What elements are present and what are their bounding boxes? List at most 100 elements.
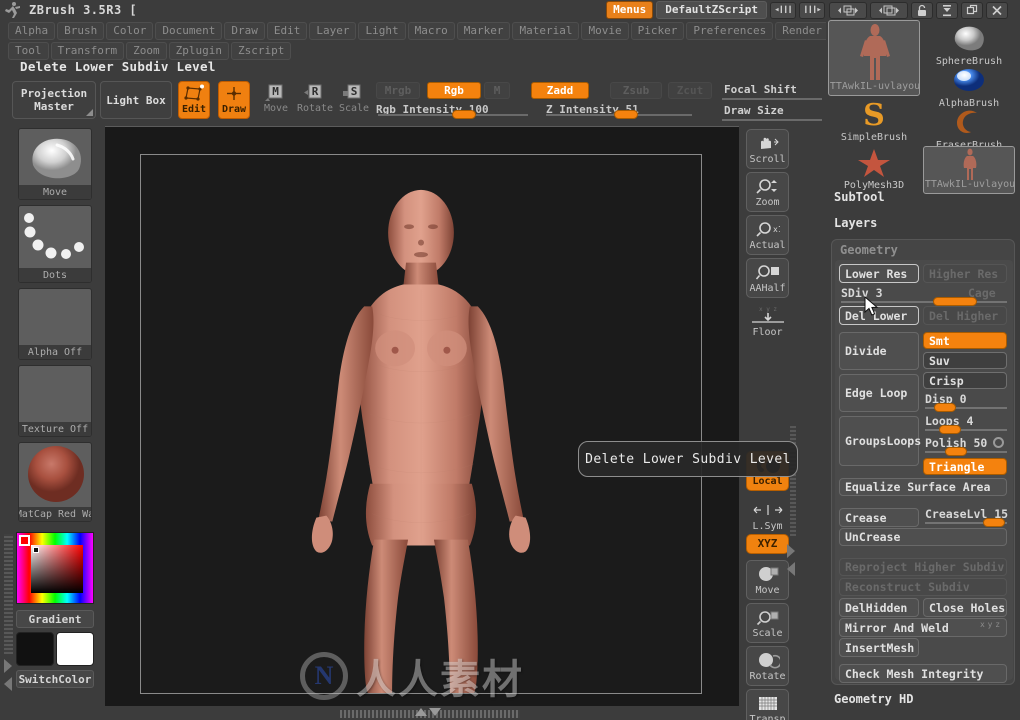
color-picker-sv-marker[interactable] (33, 547, 39, 553)
polish-knob[interactable] (945, 447, 967, 456)
vtool-expand-right-icon[interactable] (787, 544, 795, 558)
section-layers[interactable]: Layers (834, 216, 877, 230)
stroke-swatch[interactable]: Dots (18, 205, 92, 283)
vtool-rotate[interactable]: Rotate (746, 646, 789, 686)
tool-duplicate-button[interactable] (870, 1, 908, 19)
alpha-swatch[interactable]: Alpha Off (18, 288, 92, 360)
del-hidden-button[interactable]: DelHidden (839, 598, 919, 617)
menu-item-tool[interactable]: Tool (8, 41, 49, 60)
menu-item-macro[interactable]: Macro (407, 21, 455, 40)
canvas-area[interactable] (105, 126, 739, 706)
switch-color-button[interactable]: SwitchColor (16, 670, 94, 688)
menu-item-brush[interactable]: Brush (57, 21, 105, 40)
lower-res-button[interactable]: Lower Res (839, 264, 919, 283)
menu-item-zoom[interactable]: Zoom (126, 41, 167, 60)
del-lower-button[interactable]: Del Lower (839, 306, 919, 325)
loops-track[interactable] (925, 429, 1007, 431)
rgb-intensity-knob[interactable] (452, 110, 476, 119)
light-box-button[interactable]: Light Box (100, 81, 172, 119)
section-geometry-hd[interactable]: Geometry HD (834, 692, 913, 706)
smt-button[interactable]: Smt (923, 332, 1007, 349)
color-picker-hue-marker[interactable] (19, 535, 30, 546)
zscript-prev-button[interactable]: ◂❙❙❙ (770, 1, 796, 19)
vtool-aahalf[interactable]: AAHalf (746, 258, 789, 298)
groups-loops-button[interactable]: GroupsLoops (839, 416, 921, 466)
sculpt-model[interactable] (141, 155, 701, 693)
zsub-button[interactable]: Zsub (610, 82, 662, 99)
vtool-transp[interactable]: Transp (746, 689, 789, 720)
tool-prev-next-button[interactable] (829, 1, 867, 19)
color-picker[interactable] (16, 532, 94, 604)
del-higher-button[interactable]: Del Higher (923, 306, 1007, 325)
focal-shift-label[interactable]: Focal Shift (724, 83, 797, 96)
minimize-icon[interactable] (936, 1, 958, 19)
z-intensity-knob[interactable] (614, 110, 638, 119)
reconstruct-subdiv-button[interactable]: Reconstruct Subdiv (839, 578, 1007, 596)
projection-master-button[interactable]: Projection Master (12, 81, 96, 119)
vtool-scale[interactable]: Scale (746, 603, 789, 643)
draw-size-track[interactable] (722, 119, 822, 121)
rotate-button[interactable]: R Rotate (297, 81, 333, 119)
menu-item-movie[interactable]: Movie (581, 21, 629, 40)
menu-item-color[interactable]: Color (106, 21, 154, 40)
scroll-up-icon[interactable] (415, 708, 427, 716)
zscript-next-button[interactable]: ❙❙❙▸ (799, 1, 825, 19)
left-scrollbar[interactable] (4, 534, 13, 654)
scroll-down-icon[interactable] (429, 708, 441, 716)
menu-item-material[interactable]: Material (512, 21, 580, 40)
move-button[interactable]: M Move (259, 81, 293, 119)
focal-shift-track[interactable] (722, 98, 822, 100)
triangle-button[interactable]: Triangle (923, 458, 1007, 475)
m-button[interactable]: M (484, 82, 510, 99)
menu-item-render[interactable]: Render (775, 21, 829, 40)
menu-item-marker[interactable]: Marker (456, 21, 511, 40)
check-mesh-integrity-button[interactable]: Check Mesh Integrity (839, 664, 1007, 683)
vtool-expand-left-icon[interactable] (787, 562, 795, 576)
sdiv-track[interactable] (841, 301, 1007, 303)
vtool-lsym[interactable]: L.Sym (746, 496, 789, 536)
lock-icon[interactable] (911, 1, 933, 19)
menu-item-draw[interactable]: Draw (224, 21, 265, 40)
rgb-button[interactable]: Rgb (427, 82, 481, 99)
zcut-button[interactable]: Zcut (668, 82, 712, 99)
menu-item-picker[interactable]: Picker (630, 21, 685, 40)
vtool-zoom[interactable]: Zoom (746, 172, 789, 212)
vtool-scroll[interactable]: Scroll (746, 129, 789, 169)
gradient-button[interactable]: Gradient (16, 610, 94, 628)
vtool-actual[interactable]: x1 Actual (746, 215, 789, 255)
zscript-name-field[interactable]: DefaultZScript (656, 1, 767, 19)
left-expand-right-icon[interactable] (4, 659, 12, 673)
scale-button[interactable]: S Scale (337, 81, 371, 119)
draw-size-label[interactable]: Draw Size (724, 104, 784, 117)
cage-button[interactable]: Cage (968, 286, 996, 300)
zadd-button[interactable]: Zadd (531, 82, 589, 99)
menu-item-light[interactable]: Light (358, 21, 406, 40)
crease-lvl-knob[interactable] (983, 518, 1005, 527)
higher-res-button[interactable]: Higher Res (923, 264, 1007, 283)
suv-button[interactable]: Suv (923, 352, 1007, 369)
menu-item-layer[interactable]: Layer (309, 21, 357, 40)
menus-button[interactable]: Menus (606, 1, 654, 19)
uncrease-button[interactable]: UnCrease (839, 528, 1007, 546)
disp-knob[interactable] (934, 403, 956, 412)
close-holes-button[interactable]: Close Holes (923, 598, 1007, 617)
tool-polymesh3d[interactable]: PolyMesh3D (828, 146, 920, 194)
polish-toggle-icon[interactable] (993, 437, 1004, 448)
edge-loop-button[interactable]: Edge Loop (839, 374, 919, 412)
section-subtool[interactable]: SubTool (834, 190, 885, 204)
loops-knob[interactable] (939, 425, 961, 434)
brush-swatch[interactable]: Move (18, 128, 92, 200)
reproject-higher-subdiv-button[interactable]: Reproject Higher Subdiv (839, 558, 1007, 576)
tool-simplebrush[interactable]: S SimpleBrush (828, 96, 920, 146)
draw-button[interactable]: Draw (218, 81, 250, 119)
crisp-button[interactable]: Crisp (923, 372, 1007, 389)
menu-item-zplugin[interactable]: Zplugin (168, 41, 229, 60)
crease-button[interactable]: Crease (839, 508, 919, 527)
menu-item-transform[interactable]: Transform (50, 41, 125, 60)
secondary-color-swatch[interactable] (56, 632, 94, 666)
menu-item-preferences[interactable]: Preferences (686, 21, 774, 40)
edit-button[interactable]: Edit (178, 81, 210, 119)
divide-button[interactable]: Divide (839, 332, 919, 370)
document-frame[interactable] (140, 154, 702, 694)
menu-item-zscript[interactable]: Zscript (230, 41, 292, 60)
